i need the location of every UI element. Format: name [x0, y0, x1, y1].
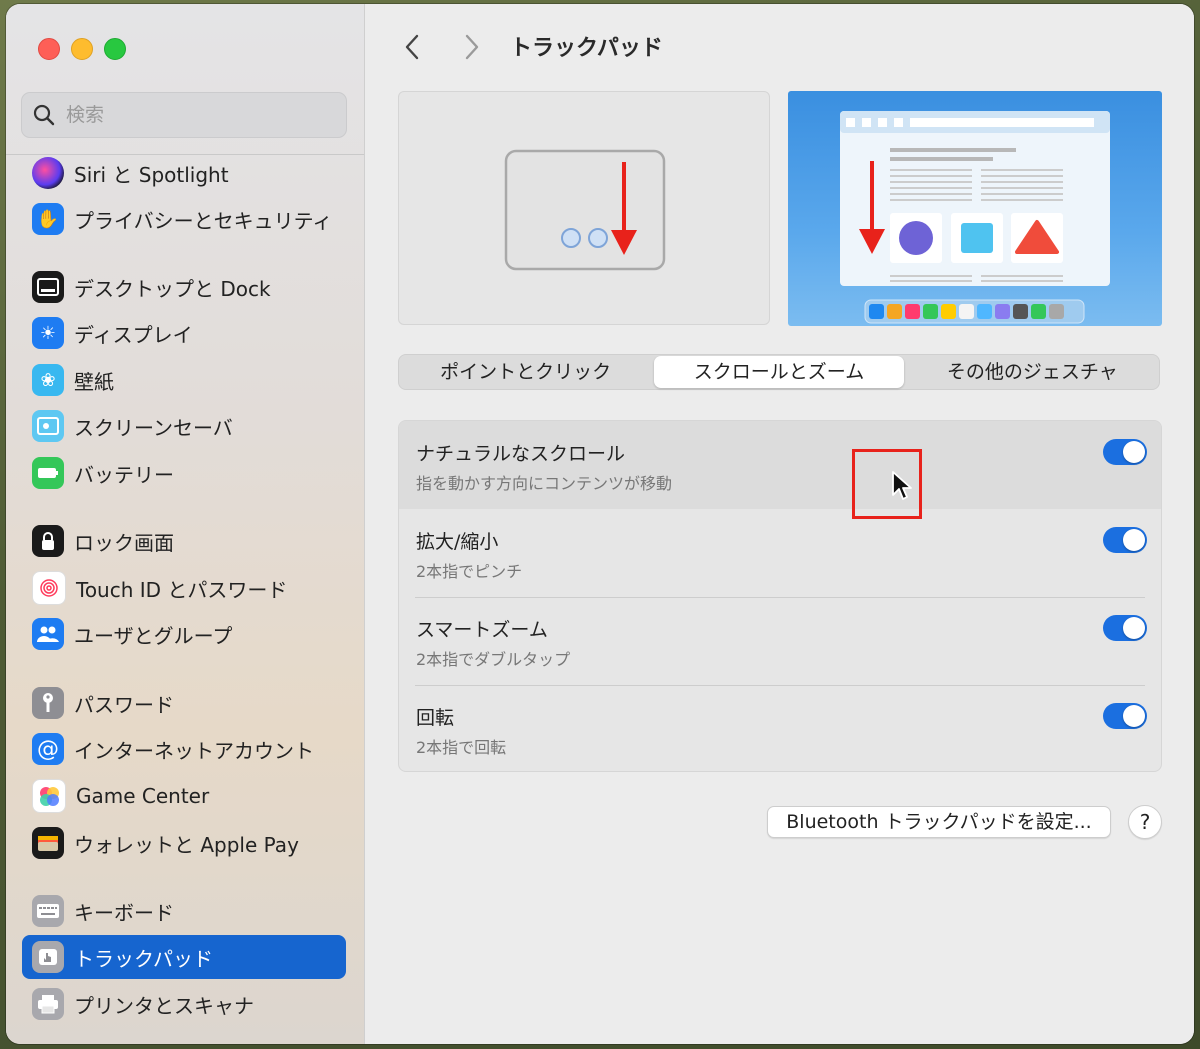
search-field[interactable]	[21, 92, 347, 138]
content-scroll-preview	[788, 91, 1162, 326]
sidebar-item-label: スクリーンセーバ	[74, 415, 233, 440]
screensaver-icon	[32, 410, 64, 442]
sidebar-item-privacy-security[interactable]: ✋ プライバシーとセキュリティ	[22, 197, 346, 241]
sidebar-item-label: ユーザとグループ	[74, 623, 233, 648]
sidebar-item-desktop-dock[interactable]: デスクトップと Dock	[22, 265, 346, 309]
sidebar-item-wallpaper[interactable]: ❀ 壁紙	[22, 358, 346, 402]
setting-row-natural-scrolling[interactable]: ナチュラルなスクロール 指を動かす方向にコンテンツが移動	[399, 421, 1161, 509]
key-icon	[32, 687, 64, 719]
setting-subtitle: 指を動かす方向にコンテンツが移動	[416, 474, 673, 493]
gesture-tabs: ポイントとクリック スクロールとズーム その他のジェスチャ	[398, 354, 1160, 390]
setup-bluetooth-trackpad-button[interactable]: Bluetooth トラックパッドを設定...	[767, 806, 1111, 838]
sidebar-item-keyboard[interactable]: キーボード	[22, 889, 346, 933]
sidebar-item-label: パスワード	[74, 692, 174, 717]
sidebar-item-label: Game Center	[76, 784, 210, 808]
sidebar-item-label: キーボード	[74, 900, 174, 925]
setting-row-rotate[interactable]: 回転 2本指で回転	[399, 685, 1161, 771]
smart-zoom-toggle[interactable]	[1103, 615, 1147, 641]
desktop-dock-icon	[32, 271, 64, 303]
sidebar-item-users-groups[interactable]: ユーザとグループ	[22, 612, 346, 656]
forward-button[interactable]	[457, 32, 487, 62]
sidebar-item-label: プリンタとスキャナ	[74, 993, 254, 1018]
sidebar-item-internet-accounts[interactable]: @ インターネットアカウント	[22, 727, 346, 771]
setting-title: ナチュラルなスクロール	[416, 443, 626, 465]
sidebar-item-label: ロック画面	[74, 530, 174, 555]
setting-title: 回転	[416, 707, 455, 729]
main-content: トラックパッド ポイントとクリック スクロールとズーム その他のジェスチャ ナチ…	[365, 4, 1194, 1044]
setting-subtitle: 2本指でダブルタップ	[416, 650, 571, 669]
setting-row-zoom-in-out[interactable]: 拡大/縮小 2本指でピンチ	[399, 509, 1161, 597]
sidebar-item-battery[interactable]: バッテリー	[22, 451, 346, 495]
trackpad-gesture-preview	[398, 91, 770, 325]
sidebar-item-siri-spotlight[interactable]: Siri と Spotlight	[22, 151, 346, 195]
back-button[interactable]	[397, 32, 427, 62]
wallet-icon	[32, 827, 64, 859]
setting-title: スマートズーム	[416, 619, 548, 641]
sidebar-item-trackpad[interactable]: トラックパッド	[22, 935, 346, 979]
sidebar-item-label: プライバシーとセキュリティ	[74, 208, 333, 233]
mouse-cursor-icon	[892, 471, 912, 500]
help-button[interactable]: ?	[1128, 805, 1162, 839]
fingerprint-icon	[32, 571, 66, 605]
wallpaper-flower-icon: ❀	[32, 364, 64, 396]
battery-icon	[32, 457, 64, 489]
keyboard-icon	[32, 895, 64, 927]
search-icon	[33, 104, 55, 126]
sidebar-item-passwords[interactable]: パスワード	[22, 681, 346, 725]
sidebar-item-screensaver[interactable]: スクリーンセーバ	[22, 404, 346, 448]
trackpad-icon	[32, 941, 64, 973]
sidebar-item-label: デスクトップと Dock	[74, 276, 271, 301]
sidebar: Siri と Spotlight ✋ プライバシーとセキュリティ デスクトップと…	[6, 4, 365, 1044]
hand-icon: ✋	[32, 203, 64, 235]
sidebar-item-label: ウォレットと Apple Pay	[74, 832, 299, 857]
sidebar-item-label: 壁紙	[74, 369, 114, 394]
sidebar-item-label: トラックパッド	[74, 946, 213, 971]
settings-list: ナチュラルなスクロール 指を動かす方向にコンテンツが移動 拡大/縮小 2本指でピ…	[398, 420, 1162, 772]
sidebar-item-label: ディスプレイ	[74, 322, 193, 347]
window-scroll-illustration	[840, 111, 1110, 324]
chevron-right-icon	[465, 34, 479, 60]
minimize-window-button[interactable]	[71, 38, 93, 60]
at-icon: @	[32, 733, 64, 765]
zoom-in-out-toggle[interactable]	[1103, 527, 1147, 553]
close-window-button[interactable]	[38, 38, 60, 60]
tab-point-and-click[interactable]: ポイントとクリック	[401, 356, 650, 388]
game-center-icon	[32, 779, 66, 813]
sidebar-item-lock-screen[interactable]: ロック画面	[22, 519, 346, 563]
search-input[interactable]	[64, 103, 318, 127]
users-icon	[32, 618, 64, 650]
sidebar-item-game-center[interactable]: Game Center	[22, 774, 346, 818]
sidebar-item-label: インターネットアカウント	[74, 738, 314, 763]
siri-icon	[32, 157, 64, 189]
display-brightness-icon: ☀	[32, 317, 64, 349]
sidebar-item-label: Siri と Spotlight	[74, 162, 229, 187]
sidebar-item-display[interactable]: ☀ ディスプレイ	[22, 311, 346, 355]
page-title: トラックパッド	[510, 36, 663, 61]
rotate-toggle[interactable]	[1103, 703, 1147, 729]
printer-icon	[32, 988, 64, 1020]
setting-row-smart-zoom[interactable]: スマートズーム 2本指でダブルタップ	[399, 597, 1161, 685]
trackpad-scroll-illustration	[504, 149, 666, 271]
chevron-left-icon	[405, 34, 419, 60]
sidebar-item-label: Touch ID とパスワード	[76, 577, 288, 602]
sidebar-item-label: バッテリー	[74, 462, 174, 487]
setting-title: 拡大/縮小	[416, 531, 499, 553]
tab-more-gestures[interactable]: その他のジェスチャ	[908, 356, 1157, 388]
tab-scroll-and-zoom[interactable]: スクロールとズーム	[654, 356, 904, 388]
natural-scrolling-toggle[interactable]	[1103, 439, 1147, 465]
settings-window: Siri と Spotlight ✋ プライバシーとセキュリティ デスクトップと…	[6, 4, 1194, 1044]
sidebar-item-touch-id-password[interactable]: Touch ID とパスワード	[22, 566, 346, 610]
sidebar-item-printers-scanners[interactable]: プリンタとスキャナ	[22, 982, 346, 1026]
lock-icon	[32, 525, 64, 557]
zoom-window-button[interactable]	[104, 38, 126, 60]
sidebar-item-wallet-apple-pay[interactable]: ウォレットと Apple Pay	[22, 821, 346, 865]
setting-subtitle: 2本指で回転	[416, 738, 507, 757]
setting-subtitle: 2本指でピンチ	[416, 562, 523, 581]
